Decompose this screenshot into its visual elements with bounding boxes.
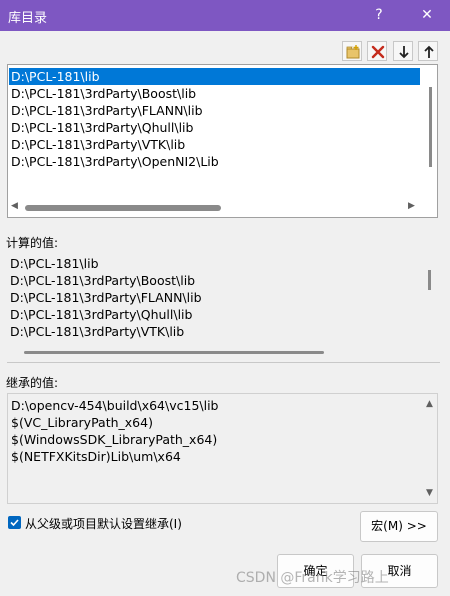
computed-values-label: 计算的值: [6, 236, 59, 250]
delete-icon [371, 45, 385, 59]
vertical-scrollbar[interactable] [429, 87, 432, 167]
scroll-up-icon[interactable]: ▲ [426, 399, 433, 409]
computed-values-box: D:\PCL-181\lib D:\PCL-181\3rdParty\Boost… [7, 252, 438, 361]
computed-horizontal-scrollbar[interactable] [24, 351, 324, 354]
new-line-button[interactable] [342, 41, 362, 61]
new-line-icon [346, 45, 360, 59]
help-button[interactable]: ? [366, 4, 392, 26]
list-item[interactable]: D:\PCL-181\3rdParty\OpenNI2\Lib [9, 153, 219, 170]
title-bar: 库目录 ? ✕ [0, 0, 450, 31]
move-down-button[interactable] [393, 41, 413, 61]
list-item[interactable]: D:\PCL-181\3rdParty\Boost\lib [9, 85, 196, 102]
horizontal-scrollbar[interactable] [25, 205, 221, 211]
computed-item: D:\PCL-181\3rdParty\FLANN\lib [10, 290, 202, 305]
window-title: 库目录 [8, 11, 48, 26]
inherited-item: D:\opencv-454\build\x64\vc15\lib [11, 398, 219, 413]
move-down-icon [399, 46, 409, 59]
directory-list[interactable]: D:\PCL-181\lib D:\PCL-181\3rdParty\Boost… [7, 64, 438, 218]
list-item[interactable]: D:\PCL-181\3rdParty\Qhull\lib [9, 119, 193, 136]
list-item[interactable]: D:\PCL-181\3rdParty\FLANN\lib [9, 102, 203, 119]
move-up-icon [424, 45, 434, 58]
computed-vertical-scrollbar[interactable] [428, 270, 431, 290]
list-item[interactable]: D:\PCL-181\3rdParty\VTK\lib [9, 136, 185, 153]
inherited-item: $(NETFXKitsDir)Lib\um\x64 [11, 449, 181, 464]
inherited-values-box: D:\opencv-454\build\x64\vc15\lib $(VC_Li… [7, 393, 438, 504]
computed-item: D:\PCL-181\3rdParty\VTK\lib [10, 324, 185, 339]
computed-item: D:\PCL-181\3rdParty\Boost\lib [10, 273, 196, 288]
list-item[interactable]: D:\PCL-181\lib [9, 68, 420, 85]
close-button[interactable]: ✕ [414, 4, 440, 26]
inherited-item: $(VC_LibraryPath_x64) [11, 415, 153, 430]
separator [7, 362, 440, 363]
inherited-values-label: 继承的值: [6, 376, 59, 390]
scroll-right-icon[interactable]: ▶ [408, 201, 415, 211]
watermark: CSDN @Frank学习路上 [236, 570, 389, 586]
macro-button[interactable]: 宏(M) >> [360, 511, 438, 542]
scroll-down-icon[interactable]: ▼ [426, 488, 433, 498]
scroll-left-icon[interactable]: ◀ [11, 201, 18, 211]
computed-item: D:\PCL-181\lib [10, 256, 99, 271]
move-up-button[interactable] [418, 41, 438, 61]
inherited-item: $(WindowsSDK_LibraryPath_x64) [11, 432, 218, 447]
inherit-checkbox[interactable] [8, 516, 21, 529]
delete-button[interactable] [367, 41, 387, 61]
inherit-checkbox-label[interactable]: 从父级或项目默认设置继承(I) [25, 515, 182, 532]
checkmark-icon [10, 519, 19, 527]
computed-item: D:\PCL-181\3rdParty\Qhull\lib [10, 307, 193, 322]
